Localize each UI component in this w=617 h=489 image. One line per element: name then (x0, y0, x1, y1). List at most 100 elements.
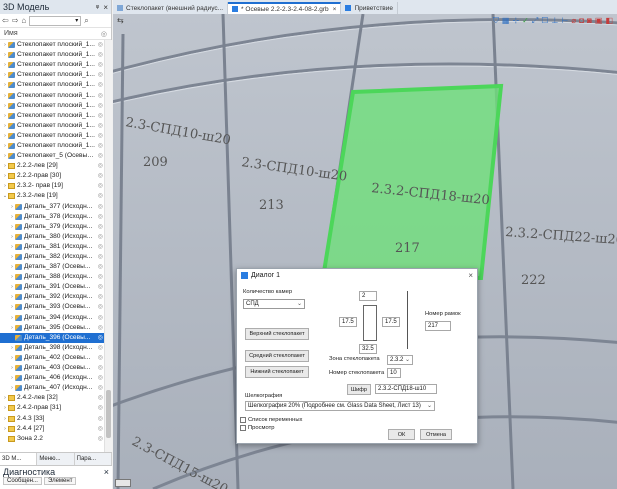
tab-3d-model[interactable]: 3D М... (0, 453, 38, 465)
pin-icon[interactable]: ᵠ (96, 3, 100, 12)
tree-item[interactable]: › Стеклопакет плоский_1... ◎ (0, 111, 104, 121)
section-icon[interactable]: ⌀ (571, 16, 576, 26)
close-panel-icon[interactable]: × (103, 3, 108, 12)
visibility-eye-icon[interactable]: ◎ (96, 111, 104, 121)
zone-select[interactable]: 2.3.2 ⌄ (387, 355, 413, 365)
visibility-eye-icon[interactable]: ◎ (96, 242, 104, 252)
tree-item[interactable]: › Стеклопакет плоский_1... ◎ (0, 40, 104, 50)
tab-messages[interactable]: Сообщен... (3, 477, 42, 485)
visibility-eye-icon[interactable]: ◎ (96, 91, 104, 101)
tree-item[interactable]: › 2.3.2- прав [19] ◎ (0, 181, 104, 191)
tree-item[interactable]: › 2.4.4 [27] ◎ (0, 424, 104, 434)
visibility-eye-icon[interactable]: ◎ (96, 302, 104, 312)
cube-orient-icon[interactable]: ◙ (587, 16, 592, 26)
visibility-eye-icon[interactable]: ◎ (96, 252, 104, 262)
visibility-eye-icon[interactable]: ◎ (96, 202, 104, 212)
grid-icon[interactable]: ▦ (502, 16, 510, 26)
ok-button[interactable]: ОК (388, 429, 415, 440)
visibility-eye-icon[interactable]: ◎ (96, 70, 104, 80)
tree-item[interactable]: › 2.4.3 [33] ◎ (0, 413, 104, 423)
tree-item[interactable]: › Деталь_394 (Исходн... ◎ (0, 313, 104, 323)
top-value-field[interactable]: 2 (359, 291, 377, 301)
tree-item[interactable]: › Стеклопакет плоский_1... ◎ (0, 141, 104, 151)
scroll-thumb[interactable] (106, 390, 111, 438)
tree-item[interactable]: › Стеклопакет плоский_1... ◎ (0, 121, 104, 131)
tree-item[interactable]: Зона 2.2 ◎ (0, 434, 104, 444)
tree-item[interactable]: › Деталь_398 (Исходн... ◎ (0, 343, 104, 353)
tree-item[interactable]: › Деталь_379 (Исходн... ◎ (0, 222, 104, 232)
measure-icon[interactable]: ⊢ (561, 16, 568, 26)
visibility-eye-icon[interactable]: ◎ (96, 434, 104, 444)
tree-item[interactable]: › Стеклопакет плоский_1... ◎ (0, 60, 104, 70)
visibility-eye-icon[interactable]: ◎ (96, 80, 104, 90)
tree-item[interactable]: › Деталь_392 (Исходн... ◎ (0, 292, 104, 302)
snap-icon[interactable]: ⊹ (512, 16, 519, 26)
visibility-eye-icon[interactable]: ◎ (96, 131, 104, 141)
visibility-eye-icon[interactable]: ◎ (96, 313, 104, 323)
visibility-eye-icon[interactable]: ◎ (96, 151, 104, 161)
tree-scrollbar[interactable] (104, 40, 112, 452)
close-icon[interactable]: × (104, 467, 109, 477)
cancel-button[interactable]: Отмена (420, 429, 452, 440)
tree-item[interactable]: › Деталь_391 (Осевы... ◎ (0, 282, 104, 292)
visibility-eye-icon[interactable]: ◎ (96, 40, 104, 50)
visibility-eye-icon[interactable]: ◎ (96, 212, 104, 222)
visibility-eye-icon[interactable]: ◎ (96, 161, 104, 171)
visibility-eye-icon[interactable]: ◎ (96, 343, 104, 353)
visibility-eye-icon[interactable]: ◎ (96, 323, 104, 333)
tree-item[interactable]: › Деталь_381 (Исходн... ◎ (0, 242, 104, 252)
visibility-eye-icon[interactable]: ◎ (96, 60, 104, 70)
tree-item[interactable]: › Деталь_407 (Исходн... ◎ (0, 383, 104, 393)
tab-parameters[interactable]: Пара... (75, 453, 112, 465)
tree-item[interactable]: › 2.4.2-прав [31] ◎ (0, 403, 104, 413)
cipher-button[interactable]: Шифр (347, 384, 371, 395)
tree-item[interactable]: › Деталь_377 (Исходн... ◎ (0, 202, 104, 212)
tree-item[interactable]: › Стеклопакет плоский_1... ◎ (0, 80, 104, 90)
close-tab-icon[interactable]: × (333, 6, 337, 13)
visibility-eye-icon[interactable]: ◎ (96, 171, 104, 181)
visibility-eye-icon[interactable]: ◎ (96, 262, 104, 272)
cipher-field[interactable]: 2.3.2-СПД18-ш10 (375, 384, 437, 394)
search-icon[interactable]: ⌕ (84, 16, 88, 26)
view-icon[interactable]: ⇆ (117, 16, 124, 25)
bottom-glass-button[interactable]: Нижний стеклопакет (245, 366, 309, 378)
tree-item[interactable]: › Деталь_403 (Осевы... ◎ (0, 363, 104, 373)
tree-item[interactable]: › Деталь_387 (Осевы... ◎ (0, 262, 104, 272)
tree-item[interactable]: › Стеклопакет плоский_1... ◎ (0, 131, 104, 141)
visibility-eye-icon[interactable]: ◎ (96, 50, 104, 60)
visibility-eye-icon[interactable]: ◎ (96, 403, 104, 413)
visibility-eye-icon[interactable]: ◎ (96, 414, 104, 424)
number-field[interactable]: 10 (387, 368, 401, 378)
tree-item[interactable]: › Стеклопакет плоский_1... ◎ (0, 70, 104, 80)
visibility-eye-icon[interactable]: ◎ (96, 373, 104, 383)
tree-item[interactable]: › 2.2.2-лев [29] ◎ (0, 161, 104, 171)
tree-item[interactable]: › 2.4.2-лев [32] ◎ (0, 393, 104, 403)
tree-item[interactable]: › Стеклопакет плоский_1... ◎ (0, 50, 104, 60)
visibility-eye-icon[interactable]: ◎ (96, 232, 104, 242)
plane-icon[interactable]: ⊥ (551, 16, 558, 26)
tab-welcome[interactable]: Приветствие (341, 2, 398, 14)
frame-field[interactable]: 217 (425, 321, 451, 331)
tree-item[interactable]: › Деталь_402 (Осевы... ◎ (0, 353, 104, 363)
tree-item[interactable]: › Деталь_406 (Исходн... ◎ (0, 373, 104, 383)
variables-checkbox[interactable]: Список переменных (240, 417, 302, 423)
cube-icon[interactable]: ◘ (579, 16, 584, 26)
tab-menu[interactable]: Меню... (37, 453, 75, 465)
top-glass-button[interactable]: Верхний стеклопакет (245, 328, 309, 340)
check-icon[interactable]: ✓ (522, 16, 529, 26)
tree-item[interactable]: › Стеклопакет плоский_1... ◎ (0, 101, 104, 111)
silk-select[interactable]: Шелкография 20% (Подробнее см. Glass Dat… (245, 401, 435, 411)
dialog-close-icon[interactable]: × (468, 271, 473, 280)
tree-item[interactable]: › Деталь_388 (Исходн... ◎ (0, 272, 104, 282)
preview-checkbox[interactable]: Просмотр (240, 425, 274, 431)
left-value-field[interactable]: 17.5 (339, 317, 357, 327)
visibility-eye-icon[interactable]: ◎ (96, 282, 104, 292)
visibility-eye-icon[interactable]: ◎ (96, 181, 104, 191)
checkbox-box[interactable] (240, 417, 246, 423)
count-select[interactable]: СПД ⌄ (243, 299, 305, 309)
visibility-eye-icon[interactable]: ◎ (96, 292, 104, 302)
middle-glass-button[interactable]: Средний стеклопакет (245, 350, 309, 362)
visibility-eye-icon[interactable]: ◎ (96, 191, 104, 201)
tree-item[interactable]: › Деталь_382 (Исходн... ◎ (0, 252, 104, 262)
tree-item[interactable]: ⌄ 2.3.2-лев [19] ◎ (0, 191, 104, 201)
